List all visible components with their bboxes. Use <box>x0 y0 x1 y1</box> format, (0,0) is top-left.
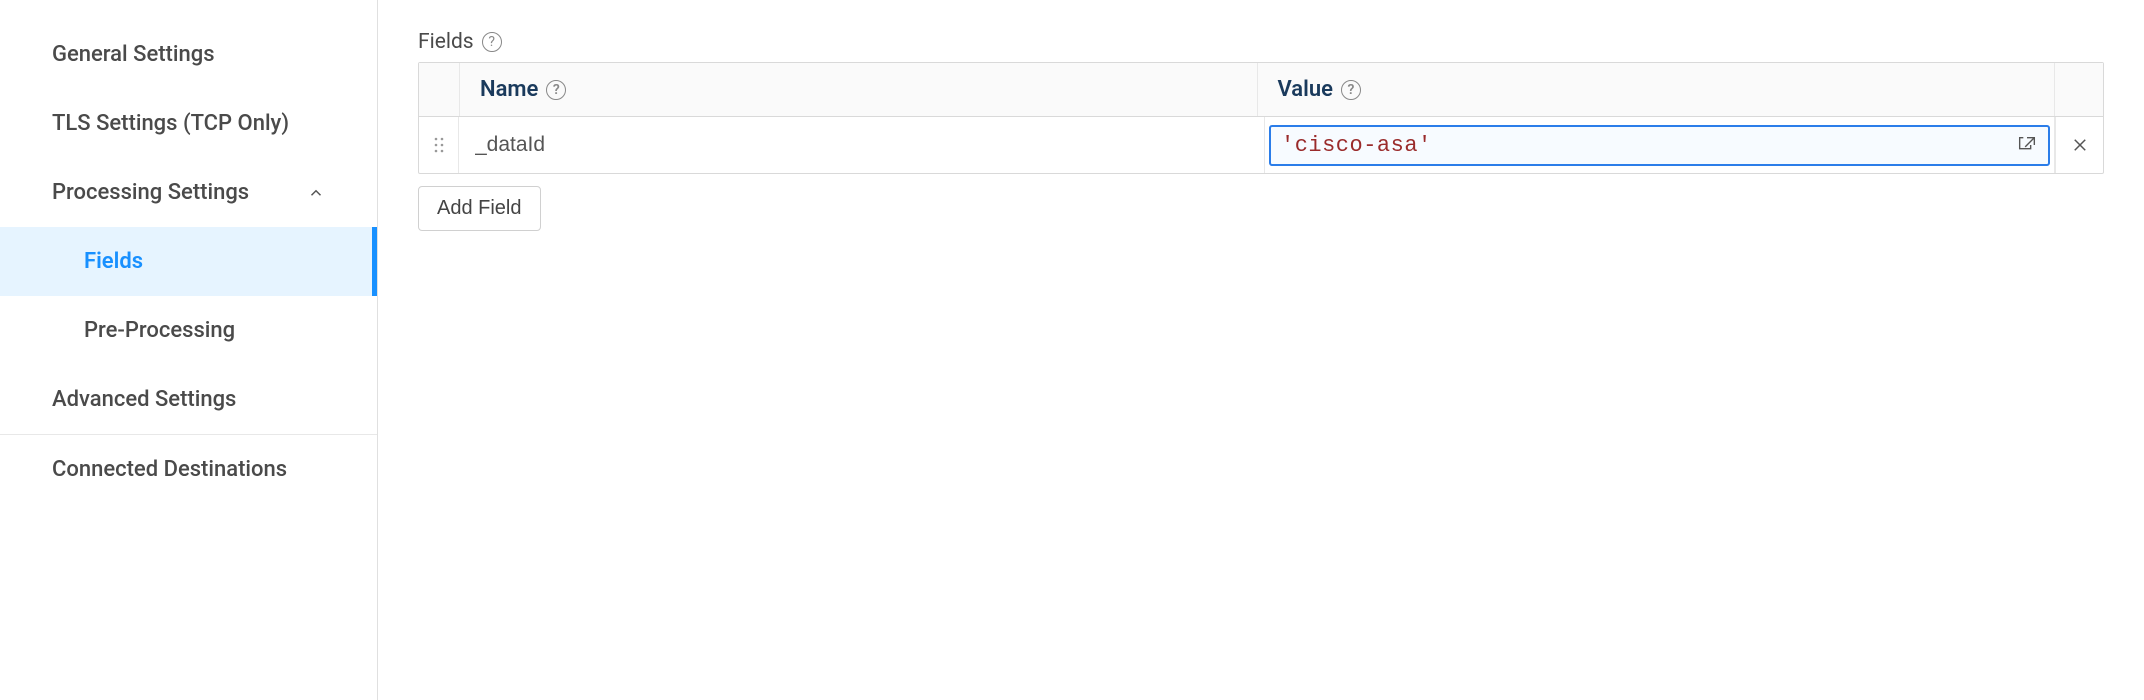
section-title: Fields <box>418 30 474 54</box>
actions-cell <box>2055 117 2103 173</box>
col-value-label: Value <box>1278 77 1333 102</box>
sidebar-item-label: Pre-Processing <box>84 318 235 343</box>
drag-handle[interactable] <box>419 117 459 173</box>
delete-row-button[interactable] <box>2056 117 2103 173</box>
col-actions-header <box>2055 63 2103 116</box>
col-name-label: Name <box>480 77 538 102</box>
sidebar-item-label: Advanced Settings <box>52 387 236 412</box>
col-drag-header <box>419 63 460 116</box>
table-row <box>419 117 2103 173</box>
sidebar-item-general-settings[interactable]: General Settings <box>0 20 377 89</box>
table-header: Name ? Value ? <box>419 63 2103 117</box>
sidebar-item-advanced-settings[interactable]: Advanced Settings <box>0 365 377 434</box>
help-icon[interactable]: ? <box>1341 80 1361 100</box>
sidebar-item-fields[interactable]: Fields <box>0 227 377 296</box>
section-label: Fields ? <box>418 30 2104 54</box>
col-value-header: Value ? <box>1258 63 2056 116</box>
value-cell <box>1265 117 2055 173</box>
sidebar: General Settings TLS Settings (TCP Only)… <box>0 0 378 700</box>
col-name-header: Name ? <box>460 63 1258 116</box>
add-field-button[interactable]: Add Field <box>418 186 541 231</box>
sidebar-item-label: TLS Settings (TCP Only) <box>52 111 289 136</box>
sidebar-item-label: Fields <box>84 249 143 274</box>
help-icon[interactable]: ? <box>546 80 566 100</box>
value-input-wrapper <box>1269 125 2050 166</box>
sidebar-item-label: Processing Settings <box>52 180 249 205</box>
sidebar-item-label: General Settings <box>52 42 215 67</box>
sidebar-item-connected-destinations[interactable]: Connected Destinations <box>0 435 377 504</box>
sidebar-item-label: Connected Destinations <box>52 457 287 482</box>
expand-icon[interactable] <box>2016 134 2038 156</box>
field-name-input[interactable] <box>471 127 1252 163</box>
help-icon[interactable]: ? <box>482 32 502 52</box>
name-cell <box>459 117 1265 173</box>
chevron-up-icon <box>307 184 325 202</box>
sidebar-item-tls-settings[interactable]: TLS Settings (TCP Only) <box>0 89 377 158</box>
fields-table: Name ? Value ? <box>418 62 2104 174</box>
sidebar-item-processing-settings[interactable]: Processing Settings <box>0 158 377 227</box>
field-value-input[interactable] <box>1281 133 2008 158</box>
sidebar-item-pre-processing[interactable]: Pre-Processing <box>0 296 377 365</box>
main-content: Fields ? Name ? Value ? <box>378 0 2144 700</box>
drag-icon <box>433 136 445 154</box>
close-icon <box>2071 136 2089 154</box>
